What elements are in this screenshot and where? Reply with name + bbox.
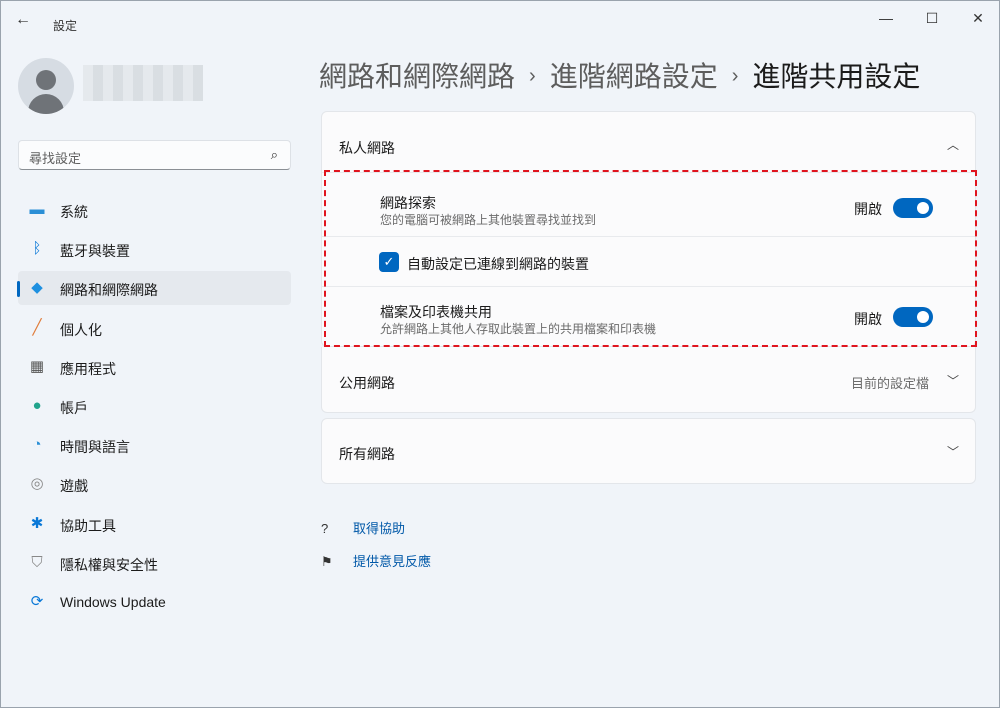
sidebar-item-label: 帳戶 [60, 400, 88, 416]
search-placeholder: 尋找設定 [29, 151, 82, 166]
window-title: 設定 [53, 19, 78, 33]
sidebar-item-label: 協助工具 [60, 517, 116, 534]
chevron-down-icon[interactable]: ﹀ [947, 372, 959, 389]
sidebar-item-3[interactable]: ╱ 個人化 [18, 311, 291, 345]
sidebar-icon: ● [32, 397, 42, 414]
selected-indicator [17, 281, 20, 298]
all-networks-section[interactable]: 所有網路 ﹀ [321, 418, 976, 484]
chevron-right-icon: › [529, 65, 536, 87]
sidebar-item-label: 應用程式 [60, 360, 116, 377]
sidebar-icon: ◆ [31, 279, 43, 297]
maximize-button[interactable]: ☐ [909, 5, 955, 31]
chevron-up-icon[interactable]: ︿ [947, 136, 959, 153]
sidebar-item-4[interactable]: ▦ 應用程式 [18, 350, 291, 384]
sidebar-item-label: 網路和網際網路 [60, 282, 158, 299]
sidebar-icon: ◔ [32, 436, 42, 454]
sidebar-item-8[interactable]: ✱ 協助工具 [18, 507, 291, 541]
sidebar-item-label: 時間與語言 [60, 439, 130, 456]
breadcrumb-network[interactable]: 網路和網際網路 [319, 61, 515, 92]
search-icon: ⌕ [270, 147, 278, 162]
sidebar-item-label: Windows Update [60, 594, 166, 610]
sidebar-icon: ╱ [32, 318, 42, 336]
public-network-value: 目前的設定檔 [851, 376, 930, 391]
sidebar-item-10[interactable]: ⟳ Windows Update [18, 585, 291, 619]
sidebar-item-label: 隱私權與安全性 [60, 556, 158, 573]
breadcrumb-advanced[interactable]: 進階網路設定 [550, 61, 718, 92]
sidebar-item-6[interactable]: ◔ 時間與語言 [18, 428, 291, 462]
minimize-button[interactable]: — [863, 5, 909, 31]
sidebar-icon: ✱ [30, 514, 44, 532]
sidebar-icon: ◎ [30, 475, 44, 493]
get-help-label: 取得協助 [353, 521, 406, 536]
back-button[interactable]: ← [15, 11, 31, 29]
sidebar-item-label: 系統 [60, 204, 88, 220]
feedback-link[interactable]: ⚑ 提供意見反應 [321, 551, 431, 570]
all-networks-title: 所有網路 [339, 446, 395, 462]
blurred-user-name [83, 65, 203, 101]
sidebar-item-1[interactable]: ᛒ 藍牙與裝置 [18, 232, 291, 266]
help-icon: ? [321, 521, 329, 536]
sidebar-item-9[interactable]: ⛉ 隱私權與安全性 [18, 546, 291, 580]
sidebar-item-label: 個人化 [60, 321, 102, 338]
sidebar-item-label: 遊戲 [60, 478, 88, 495]
highlight-box [324, 170, 977, 347]
search-input[interactable]: 尋找設定 ⌕ [18, 140, 291, 170]
sidebar-item-0[interactable]: ▬ 系統 [18, 193, 291, 227]
feedback-label: 提供意見反應 [353, 554, 432, 569]
chevron-down-icon[interactable]: ﹀ [947, 443, 959, 460]
sidebar-item-7[interactable]: ◎ 遊戲 [18, 467, 291, 501]
sidebar-item-2[interactable]: ◆ 網路和網際網路 [17, 271, 291, 306]
page-title: 進階共用設定 [752, 61, 921, 92]
private-network-title[interactable]: 私人網路 [339, 138, 395, 158]
breadcrumb: 網路和網際網路 › 進階網路設定 › 進階共用設定 [319, 55, 920, 95]
chevron-right-icon: › [731, 65, 739, 87]
feedback-icon: ⚑ [321, 554, 333, 569]
close-button[interactable]: ✕ [955, 5, 1000, 31]
avatar [18, 58, 74, 114]
sidebar-icon: ▬ [29, 201, 45, 218]
get-help-link[interactable]: ? 取得協助 [321, 518, 405, 537]
sidebar-item-label: 藍牙與裝置 [60, 243, 130, 260]
sidebar-item-5[interactable]: ● 帳戶 [18, 389, 291, 423]
public-network-section[interactable]: 公用網路 目前的設定檔 ﹀ [321, 347, 976, 413]
sidebar-icon: ⟳ [30, 593, 44, 610]
sidebar-icon: ⛉ [31, 553, 43, 571]
sidebar-icon: ᛒ [32, 240, 42, 258]
public-network-title: 公用網路 [339, 375, 395, 391]
sidebar-icon: ▦ [29, 357, 45, 375]
title-bar: ← 設定 — ☐ ✕ [1, 1, 1000, 45]
